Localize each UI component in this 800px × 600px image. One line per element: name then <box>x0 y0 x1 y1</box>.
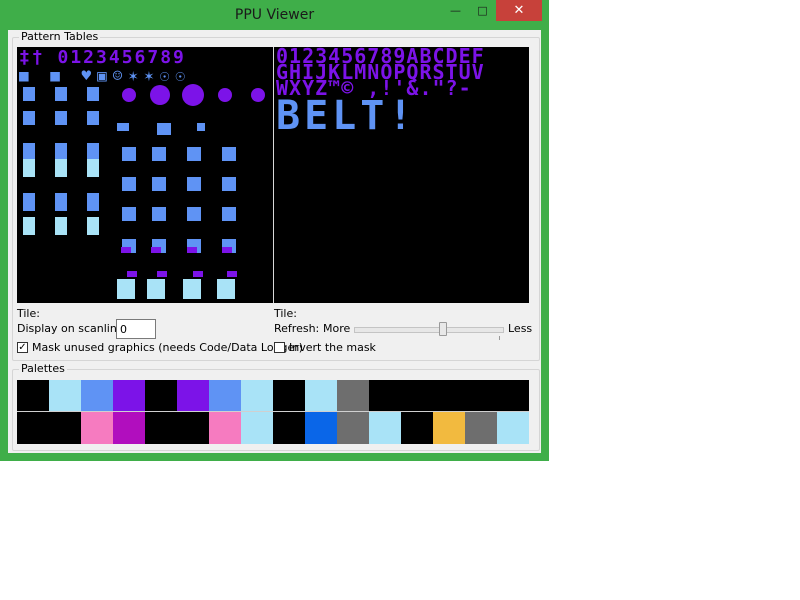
right-tile-label: Tile: <box>274 307 297 320</box>
palette-swatch[interactable] <box>209 380 241 412</box>
refresh-less-label: Less <box>508 322 533 335</box>
left-tile-label: Tile: <box>17 307 40 320</box>
refresh-slider-thumb[interactable] <box>439 322 447 336</box>
palette-swatch[interactable] <box>145 380 177 412</box>
palette-swatch[interactable] <box>433 412 465 444</box>
palette-swatch[interactable] <box>177 380 209 412</box>
scanline-label: Display on scanline: <box>17 322 128 335</box>
palette-swatch[interactable] <box>401 380 433 412</box>
palette-swatch[interactable] <box>337 380 369 412</box>
palette-swatch[interactable] <box>17 412 49 444</box>
palette-swatch[interactable] <box>17 380 49 412</box>
palette-swatch[interactable] <box>209 412 241 444</box>
palette-row-separator <box>17 411 529 412</box>
palette-swatch[interactable] <box>497 412 529 444</box>
belt-logo-tiles: BELT! <box>276 93 417 139</box>
invert-mask-checkbox[interactable] <box>274 342 285 353</box>
palette-swatch[interactable] <box>49 412 81 444</box>
palette-swatch[interactable] <box>81 412 113 444</box>
title-bar[interactable]: PPU Viewer — □ ✕ <box>0 0 549 30</box>
palette-swatch[interactable] <box>465 380 497 412</box>
refresh-slider-tick <box>499 336 500 340</box>
palette-swatch[interactable] <box>337 412 369 444</box>
refresh-more-label: More <box>323 322 351 335</box>
palette-swatch[interactable] <box>49 380 81 412</box>
palette-swatch[interactable] <box>369 412 401 444</box>
palette-swatches[interactable] <box>17 380 529 444</box>
sprite-tiles-graphic <box>23 84 265 299</box>
pattern-table-right[interactable]: 0123456789ABCDEF GHIJKLMNOPQRSTUV WXYZ™©… <box>274 47 529 303</box>
palette-swatch[interactable] <box>241 412 273 444</box>
pattern-tables-label: Pattern Tables <box>19 30 101 43</box>
minimize-button[interactable]: — <box>442 0 469 21</box>
palette-swatch[interactable] <box>401 412 433 444</box>
palette-swatch[interactable] <box>465 412 497 444</box>
palette-swatch[interactable] <box>305 412 337 444</box>
pattern-table-left[interactable]: ‡† 0123456789 ■ ■ ♥▣☺✶✶☉☉ <box>17 47 272 303</box>
mask-unused-label: Mask unused graphics (needs Code/Data Lo… <box>32 341 304 354</box>
refresh-slider[interactable] <box>354 327 504 333</box>
palette-swatch[interactable] <box>273 380 305 412</box>
client-area: Pattern Tables ‡† 0123456789 ■ ■ ♥▣☺✶✶☉☉ <box>8 30 541 453</box>
palette-swatch[interactable] <box>113 380 145 412</box>
refresh-label: Refresh: <box>274 322 320 335</box>
palette-swatch[interactable] <box>113 412 145 444</box>
palette-swatch[interactable] <box>81 380 113 412</box>
palette-swatch[interactable] <box>305 380 337 412</box>
ppu-viewer-window: PPU Viewer — □ ✕ Pattern Tables ‡† 01234… <box>0 0 549 461</box>
mask-unused-checkbox[interactable]: ✓ <box>17 342 28 353</box>
maximize-button[interactable]: □ <box>469 0 496 21</box>
scanline-input[interactable] <box>116 319 156 339</box>
palettes-label: Palettes <box>19 362 67 375</box>
palette-swatch[interactable] <box>177 412 209 444</box>
close-button[interactable]: ✕ <box>496 0 542 21</box>
palette-swatch[interactable] <box>369 380 401 412</box>
palette-swatch[interactable] <box>273 412 305 444</box>
pattern-tables-canvas[interactable]: ‡† 0123456789 ■ ■ ♥▣☺✶✶☉☉ 0123456789ABCD… <box>17 47 529 303</box>
palette-swatch[interactable] <box>241 380 273 412</box>
palette-swatch[interactable] <box>433 380 465 412</box>
invert-mask-label: Invert the mask <box>289 341 376 354</box>
palette-swatch[interactable] <box>145 412 177 444</box>
palette-swatch[interactable] <box>497 380 529 412</box>
